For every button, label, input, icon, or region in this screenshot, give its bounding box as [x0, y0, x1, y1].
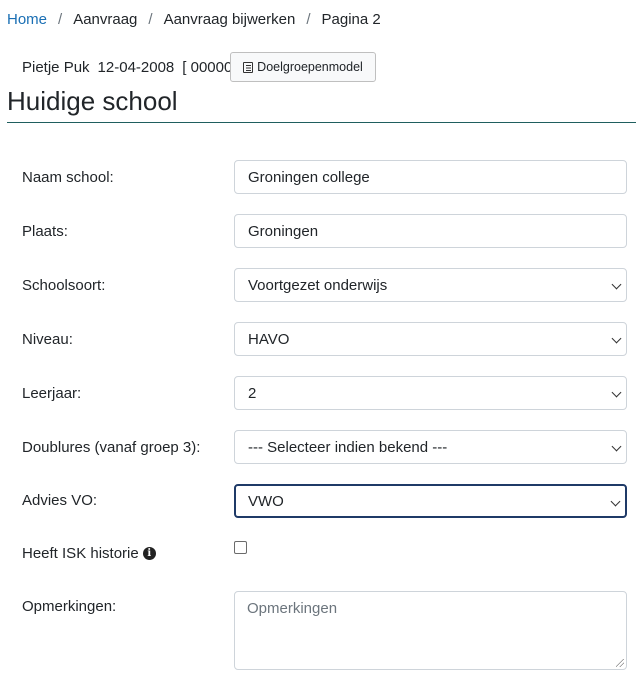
plaats-label: Plaats:: [22, 222, 68, 240]
advies-vo-label: Advies VO:: [22, 491, 98, 509]
opmerkingen-placeholder: Opmerkingen: [247, 600, 338, 617]
opmerkingen-textarea[interactable]: Opmerkingen: [234, 591, 627, 670]
doublures-select[interactable]: --- Selecteer indien bekend ---: [234, 430, 627, 464]
list-alt-icon: [243, 61, 254, 73]
leerjaar-select[interactable]: 2: [234, 376, 627, 410]
breadcrumb-separator: /: [306, 10, 311, 28]
plaats-input[interactable]: Groningen: [234, 214, 627, 248]
niveau-select[interactable]: HAVO: [234, 322, 627, 356]
patient-info: Pietje Puk 12-04-2008 [ 00000 ]: [22, 53, 241, 81]
breadcrumb-separator: /: [148, 10, 153, 28]
breadcrumb-separator: /: [58, 10, 63, 28]
schoolsoort-select[interactable]: Voortgezet onderwijs: [234, 268, 627, 302]
naam-school-input[interactable]: Groningen college: [234, 160, 627, 194]
isk-historie-label: Heeft ISK historie i: [22, 541, 156, 565]
breadcrumb-item-aanvraag-bijwerken[interactable]: Aanvraag bijwerken: [164, 11, 296, 28]
patient-name: Pietje Puk: [22, 58, 90, 76]
title-divider: [7, 122, 636, 123]
leerjaar-label: Leerjaar:: [22, 384, 82, 402]
isk-historie-checkbox[interactable]: [234, 541, 247, 554]
info-circle-icon[interactable]: i: [142, 546, 156, 560]
opmerkingen-label: Opmerkingen:: [22, 598, 117, 615]
breadcrumb-home-link[interactable]: Home: [7, 11, 47, 28]
doelgroepenmodel-label: Doelgroepenmodel: [257, 60, 363, 74]
advies-vo-select[interactable]: VWO: [234, 484, 627, 518]
page-title: Huidige school: [7, 86, 178, 116]
niveau-label: Niveau:: [22, 330, 73, 348]
breadcrumb: Home / Aanvraag / Aanvraag bijwerken / P…: [7, 9, 381, 29]
doelgroepenmodel-button[interactable]: Doelgroepenmodel: [230, 52, 376, 82]
resize-handle-icon[interactable]: [616, 659, 624, 667]
doublures-label: Doublures (vanaf groep 3):: [22, 438, 201, 456]
breadcrumb-item-aanvraag[interactable]: Aanvraag: [73, 11, 137, 28]
naam-school-label: Naam school:: [22, 168, 114, 186]
breadcrumb-item-current: Pagina 2: [321, 10, 381, 28]
schoolsoort-label: Schoolsoort:: [22, 276, 106, 294]
patient-dob: 12-04-2008: [97, 58, 175, 76]
isk-historie-label-text: Heeft ISK historie: [22, 544, 139, 562]
